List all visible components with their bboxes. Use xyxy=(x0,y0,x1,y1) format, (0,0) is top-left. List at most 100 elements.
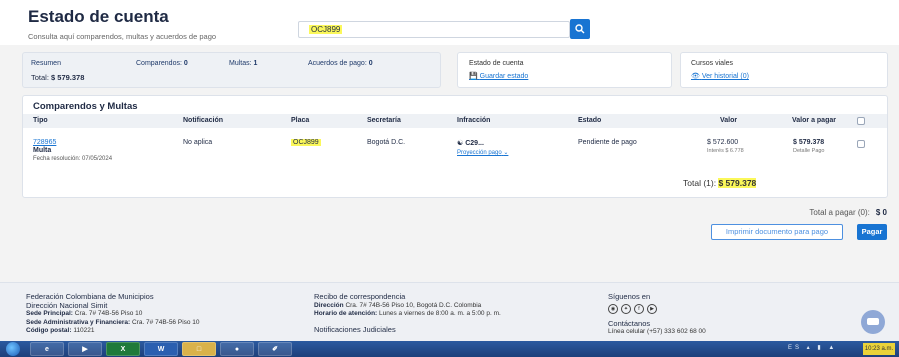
print-document-button[interactable]: Imprimir documento para pago xyxy=(711,224,843,240)
proyeccion-pago-link[interactable]: Proyección pago ⌄ xyxy=(457,149,508,156)
footer-sede1-value: Cra. 7# 74B-56 Piso 10 xyxy=(74,310,143,317)
th-valor-pagar: Valor a pagar xyxy=(792,117,836,124)
windows-taskbar: e ▶ X W □ ● ✐ ES ▴ ▮ ▲ 10:23 a.m. xyxy=(0,341,899,357)
comparendos-table-card: Comparendos y Multas Tipo Notificación P… xyxy=(22,95,888,198)
th-valor: Valor xyxy=(720,117,738,124)
ver-historial-label: Ver historial (0) xyxy=(701,73,749,80)
th-secretaria: Secretaría xyxy=(367,117,401,124)
estado-card-title: Estado de cuenta xyxy=(469,60,524,67)
chevron-down-icon: ⌄ xyxy=(503,150,509,156)
th-notificacion: Notificación xyxy=(183,117,224,124)
row-infraccion-code: C29... xyxy=(465,140,484,147)
start-button[interactable] xyxy=(6,342,20,356)
th-estado: Estado xyxy=(578,117,602,124)
row-valor: $ 572.600 xyxy=(707,139,739,146)
excel-taskbar-icon[interactable]: X xyxy=(106,342,140,356)
summary-total: Total: $ 579.378 xyxy=(31,73,84,82)
multas-value: 1 xyxy=(253,60,258,67)
search-value: OCJ899 xyxy=(309,25,343,34)
search-input[interactable]: OCJ899 xyxy=(298,21,570,38)
total-a-pagar-value: $ 0 xyxy=(875,208,887,217)
footer-contactanos: Contáctanos xyxy=(608,318,651,328)
guardar-estado-label: Guardar estado xyxy=(479,73,529,80)
guardar-estado-link[interactable]: 💾 Guardar estado xyxy=(469,72,528,80)
row-placa: OCJ899 xyxy=(291,139,321,146)
paint-taskbar-icon[interactable]: ✐ xyxy=(258,342,292,356)
row-notificacion: No aplica xyxy=(183,139,213,146)
acuerdos-count: Acuerdos de pago: 0 xyxy=(308,60,373,67)
multa-number-link[interactable]: 728965 xyxy=(33,139,56,146)
row-estado: Pendiente de pago xyxy=(578,139,637,146)
select-all-checkbox[interactable] xyxy=(857,117,865,125)
table-header: Tipo Notificación Placa Secretaría Infra… xyxy=(23,114,887,128)
system-tray: ES ▴ ▮ ▲ xyxy=(788,345,838,351)
row-valor-pagar: $ 579.378 xyxy=(793,139,825,146)
th-infraccion: Infracción xyxy=(457,117,491,124)
footer-horario-label: Horario de atención: xyxy=(314,310,378,317)
footer-postal: Código postal: 110221 xyxy=(26,327,200,336)
comparendos-value: 0 xyxy=(183,60,188,67)
summary-card: Resumen Total: $ 579.378 Comparendos: 0 … xyxy=(22,52,441,88)
footer-direccion: Dirección Cra. 7# 74B-56 Piso 10, Bogotá… xyxy=(314,302,501,311)
chrome-taskbar-icon[interactable]: ● xyxy=(220,342,254,356)
footer-siguenos: Síguenos en xyxy=(608,292,651,301)
page-subtitle: Consulta aquí comparendos, multas y acue… xyxy=(28,32,217,41)
ver-historial-link[interactable]: 👁 Ver historial (0) xyxy=(691,72,749,80)
media-taskbar-icon[interactable]: ▶ xyxy=(68,342,102,356)
row-secretaria: Bogotá D.C. xyxy=(367,139,406,146)
comparendos-count: Comparendos: 0 xyxy=(136,60,188,67)
footer-recibo-title: Recibo de correspondencia xyxy=(314,292,406,301)
total-a-pagar: Total a pagar (0): $ 0 xyxy=(809,208,887,217)
cursos-card-title: Cursos viales xyxy=(691,60,734,67)
ie-taskbar-icon[interactable]: e xyxy=(30,342,64,356)
page-title: Estado de cuenta xyxy=(28,7,169,26)
summary-total-value: $ 579.378 xyxy=(51,73,85,82)
footer-horario: Horario de atención: Lunes a viernes de … xyxy=(314,310,501,319)
comparendos-label: Comparendos: xyxy=(136,60,182,67)
proyeccion-label: Proyección pago xyxy=(457,150,502,156)
pay-button[interactable]: Pagar xyxy=(857,224,887,240)
th-tipo: Tipo xyxy=(33,117,48,124)
total-a-pagar-label: Total a pagar (0): xyxy=(809,208,870,217)
eye-icon: 👁 xyxy=(691,73,700,80)
footer-col-correspondence: Recibo de correspondencia Dirección Cra.… xyxy=(314,292,501,334)
cursos-viales-card: Cursos viales 👁 Ver historial (0) xyxy=(680,52,888,88)
table-total-value: $ 579.378 xyxy=(718,178,757,188)
facebook-icon[interactable]: f xyxy=(634,303,644,314)
search-icon xyxy=(575,24,585,34)
folder-taskbar-icon[interactable]: □ xyxy=(182,342,216,356)
detalle-pago-link[interactable]: Detalle Pago xyxy=(793,148,825,154)
twitter-icon[interactable]: ✦ xyxy=(621,303,631,314)
chat-icon xyxy=(867,318,879,325)
table-total-label: Total (1): xyxy=(683,178,717,188)
chat-widget-button[interactable] xyxy=(861,310,885,334)
estado-cuenta-card: Estado de cuenta 💾 Guardar estado xyxy=(457,52,672,88)
footer-sede2-label: Sede Administrativa y Financiera: xyxy=(26,318,131,326)
footer-direccion-value: Cra. 7# 74B-56 Piso 10, Bogotá D.C. Colo… xyxy=(345,301,482,309)
user-icon: ☯ xyxy=(457,140,464,147)
footer-postal-label: Código postal: xyxy=(26,327,72,334)
footer-sede1-label: Sede Principal: xyxy=(26,310,73,317)
footer-sede2-value: Cra. 7# 74B-56 Piso 10 xyxy=(131,318,200,326)
word-taskbar-icon[interactable]: W xyxy=(144,342,178,356)
th-placa: Placa xyxy=(291,117,310,124)
footer-org2: Dirección Nacional Simit xyxy=(26,300,108,310)
acuerdos-label: Acuerdos de pago: xyxy=(308,60,367,67)
page-header: Estado de cuenta Consulta aquí comparend… xyxy=(0,5,899,45)
social-icons: ◉ ✦ f ▶ xyxy=(608,303,706,314)
footer-sede1: Sede Principal: Cra. 7# 74B-56 Piso 10 xyxy=(26,310,200,319)
taskbar-clock: 10:23 a.m. xyxy=(863,343,895,355)
footer-sede2: Sede Administrativa y Financiera: Cra. 7… xyxy=(26,319,200,328)
instagram-icon[interactable]: ◉ xyxy=(608,303,618,314)
footer-linea: Línea celular (+57) 333 602 68 00 xyxy=(608,328,706,335)
footer-col-organization: Federación Colombiana de Municipios Dire… xyxy=(26,292,200,336)
table-title: Comparendos y Multas xyxy=(33,101,138,112)
table-total: Total (1): $ 579.378 xyxy=(683,178,757,188)
multas-label: Multas: xyxy=(229,60,252,67)
row-checkbox[interactable] xyxy=(857,140,865,148)
footer-horario-value: Lunes a viernes de 8:00 a. m. a 5:00 p. … xyxy=(379,310,501,317)
youtube-icon[interactable]: ▶ xyxy=(647,303,657,314)
multas-count: Multas: 1 xyxy=(229,60,257,67)
search-button[interactable] xyxy=(570,19,590,39)
row-infraccion: ☯ C29... xyxy=(457,139,484,147)
